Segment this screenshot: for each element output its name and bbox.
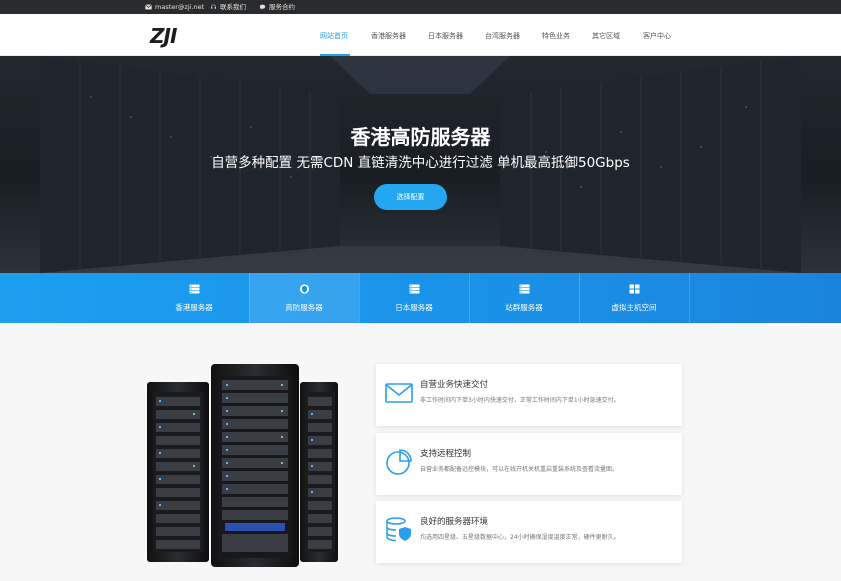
top-bar: master@zji.net 联系我们 服务合约 — [0, 0, 841, 14]
feature-title: 自营业务快速交付 — [420, 380, 489, 390]
site-header: ZJI 网站首页 香港服务器 日本服务器 台湾服务器 特色业务 其它区域 客户中… — [0, 14, 841, 56]
nav-customer-center[interactable]: 客户中心 — [643, 31, 671, 41]
features-section: 自营业务快速交付 非工作时间内下单3小时内快速交付，正常工作时间内下单1小时急速… — [0, 323, 841, 581]
category-virtual-host[interactable]: 虚拟主机空间 — [579, 273, 689, 323]
pie-chart-icon — [386, 449, 412, 475]
nav-home[interactable]: 网站首页 — [320, 31, 348, 41]
email-link[interactable]: master@zji.net — [145, 0, 204, 14]
feature-desc: 自营业务都配备远控模块，可以在线开机关机重启重装系统及查看流量图。 — [420, 466, 619, 473]
feature-title: 良好的服务器环境 — [420, 517, 489, 527]
nav-jp-server[interactable]: 日本服务器 — [428, 31, 463, 41]
nav-other-region[interactable]: 其它区域 — [592, 31, 620, 41]
feature-desc: 均选用四星级、五星级数据中心，24小时确保湿度温度正常，硬件更耐久。 — [420, 534, 620, 541]
choose-config-button[interactable]: 选择配置 — [374, 184, 447, 210]
category-label: 站群服务器 — [505, 303, 543, 312]
server-icon — [189, 284, 200, 294]
nav-special[interactable]: 特色业务 — [542, 31, 570, 41]
contact-link[interactable]: 联系我们 — [210, 0, 246, 14]
database-shield-icon — [386, 517, 411, 542]
category-band: 香港服务器 高防服务器 日本服务器 站群服务器 虚拟主机空间 — [0, 273, 841, 323]
feature-card-fast-delivery: 自营业务快速交付 非工作时间内下单3小时内快速交付，正常工作时间内下单1小时急速… — [376, 364, 682, 426]
grid-icon — [629, 284, 640, 294]
server-rack-image — [147, 364, 338, 567]
agreement-text: 服务合约 — [269, 3, 295, 11]
feature-card-environment: 良好的服务器环境 均选用四星级、五星级数据中心，24小时确保湿度温度正常，硬件更… — [376, 501, 682, 563]
chat-icon — [211, 4, 216, 9]
category-ddos-server[interactable]: 高防服务器 — [249, 273, 359, 323]
hero-subtitle: 自营多种配置 无需CDN 直链清洗中心进行过滤 单机最高抵御50Gbps — [211, 155, 630, 171]
category-label: 高防服务器 — [285, 303, 323, 312]
server-icon — [409, 284, 420, 294]
category-hk-server[interactable]: 香港服务器 — [139, 273, 249, 323]
category-label: 日本服务器 — [395, 303, 433, 312]
hero-banner: 香港高防服务器 自营多种配置 无需CDN 直链清洗中心进行过滤 单机最高抵御50… — [0, 56, 841, 273]
shield-icon — [299, 284, 310, 294]
category-jp-server[interactable]: 日本服务器 — [359, 273, 469, 323]
nav-tw-server[interactable]: 台湾服务器 — [485, 31, 520, 41]
feature-desc: 非工作时间内下单3小时内快速交付，正常工作时间内下单1小时急速交付。 — [420, 397, 620, 404]
hero-title: 香港高防服务器 — [350, 125, 491, 149]
server-icon — [519, 284, 530, 294]
email-text: master@zji.net — [155, 3, 205, 11]
category-site-group-server[interactable]: 站群服务器 — [469, 273, 579, 323]
feature-card-remote-control: 支持远程控制 自营业务都配备远控模块，可以在线开机关机重启重装系统及查看流量图。 — [376, 433, 682, 495]
feature-title: 支持远程控制 — [420, 449, 472, 459]
agreement-link[interactable]: 服务合约 — [259, 0, 295, 14]
category-label: 香港服务器 — [175, 303, 213, 312]
band-divider — [689, 273, 690, 323]
contact-text: 联系我们 — [220, 3, 246, 11]
envelope-icon — [385, 383, 413, 403]
mail-icon — [145, 4, 152, 10]
site-logo[interactable]: ZJI — [150, 24, 177, 48]
category-label: 虚拟主机空间 — [611, 303, 657, 312]
comment-icon — [259, 4, 266, 10]
nav-hk-server[interactable]: 香港服务器 — [371, 31, 406, 41]
